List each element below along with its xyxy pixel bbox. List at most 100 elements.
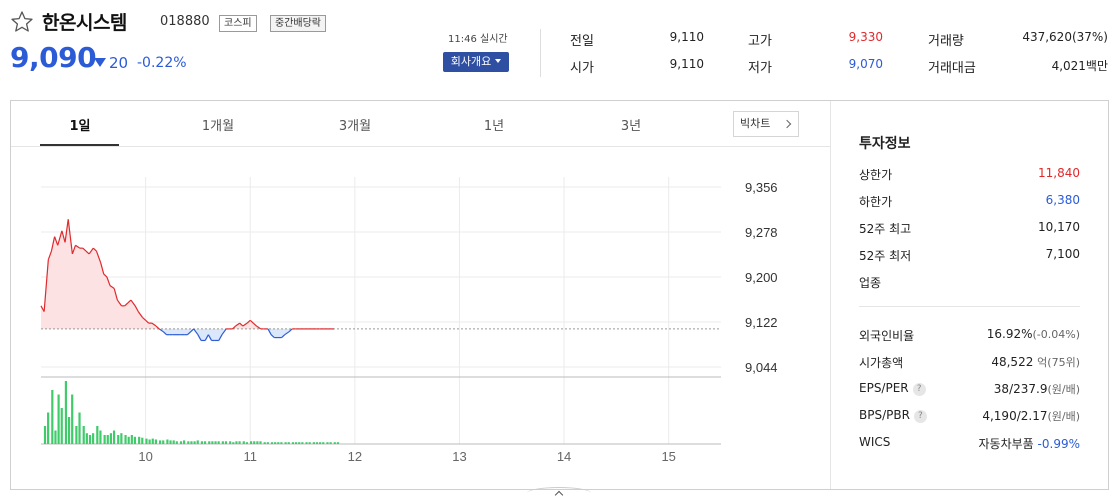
low-label: 저가 — [748, 61, 772, 76]
scroll-up-button[interactable] — [527, 487, 591, 497]
wics-industry: 자동차부품 — [978, 437, 1034, 451]
realtime-label: 11:46 실시간 — [448, 34, 508, 45]
big-chart-label: 빅차트 — [740, 117, 771, 130]
low52-label: 52주 최저 — [859, 249, 912, 263]
volume-bar — [322, 442, 325, 444]
volume-bar — [47, 412, 50, 444]
volume-bar — [64, 381, 68, 444]
price-change-value: 20 — [109, 54, 129, 72]
volume-bar — [294, 442, 298, 444]
info-title: 투자정보 — [859, 136, 911, 152]
volume-bar — [274, 442, 277, 444]
volume-bar — [151, 438, 154, 444]
market-cap-unit: 억 — [1037, 356, 1048, 369]
current-price: 9,090 — [10, 41, 97, 74]
x-tick-label: 12 — [348, 449, 362, 464]
x-tick-label: 11 — [243, 449, 257, 464]
big-chart-button[interactable]: 빅차트 — [733, 111, 799, 137]
high52-value: 10,170 — [1038, 220, 1080, 234]
wics-change: -0.99% — [1037, 437, 1080, 451]
volume-bar — [183, 440, 186, 444]
y-tick-label: 9,278 — [745, 225, 778, 240]
active-tab-indicator — [40, 144, 119, 146]
market-cap-label: 시가총액 — [859, 356, 904, 370]
volume-bar — [75, 426, 78, 444]
bps-pbr-number: 4,190/2.17 — [982, 409, 1048, 423]
volume-bar — [221, 441, 224, 444]
intraday-chart[interactable]: 9,356 9,278 9,200 9,122 9,044 10 11 12 13 14 15 — [11, 147, 830, 489]
volume-bar — [67, 417, 71, 444]
volume-bar — [85, 433, 88, 444]
bps-pbr-label: BPS/PBR? — [859, 408, 927, 423]
volume-bar — [242, 441, 245, 444]
price-area-up — [41, 219, 334, 329]
volume-bar — [179, 441, 183, 444]
bps-pbr-text: BPS/PBR — [859, 408, 910, 422]
foreign-ratio-change: (-0.04%) — [1032, 328, 1081, 341]
tab-1day[interactable]: 1일 — [40, 115, 120, 134]
volume-bar — [82, 426, 85, 444]
stock-name: 한온시스템 — [42, 12, 127, 34]
help-icon[interactable]: ? — [912, 383, 926, 396]
volume-bar — [291, 442, 295, 444]
caret-down-icon — [495, 59, 502, 63]
volume-bar — [277, 442, 280, 444]
volume-bar — [103, 435, 106, 444]
volume-bar — [141, 437, 144, 444]
volume-bar — [200, 441, 204, 444]
volume-bar — [301, 442, 304, 444]
x-tick-label: 14 — [557, 449, 571, 464]
volume-bar — [253, 441, 256, 444]
volume-label: 거래량 — [928, 34, 964, 49]
chevron-up-icon — [554, 490, 564, 497]
company-overview-button[interactable]: 회사개요 — [443, 52, 509, 72]
x-tick-label: 13 — [452, 449, 466, 464]
wics-value: 자동차부품 -0.99% — [979, 435, 1080, 452]
dividend-badge: 중간배당락 — [270, 15, 326, 32]
volume-bar — [245, 442, 249, 444]
tab-3year[interactable]: 3년 — [591, 115, 671, 134]
volume-bar — [130, 435, 133, 444]
volume-bar — [235, 441, 238, 444]
stock-header: 한온시스템 018880 코스피 중간배당락 9,090 20 -0.22% 1… — [0, 0, 1118, 100]
open-value: 9,110 — [669, 57, 704, 71]
eps-per-label: EPS/PER? — [859, 381, 926, 396]
volume-bar — [145, 438, 148, 444]
amount-label: 거래대금 — [928, 61, 976, 76]
info-divider — [859, 306, 1080, 307]
help-icon[interactable]: ? — [913, 410, 927, 423]
period-tabs: 1일 1개월 3개월 1년 3년 빅차트 — [11, 101, 830, 147]
foreign-ratio-label: 외국인비율 — [859, 329, 915, 343]
volume-bar — [259, 441, 262, 444]
x-tick-label: 15 — [661, 449, 675, 464]
upper-limit-label: 상한가 — [859, 168, 893, 182]
volume-bar — [148, 439, 151, 444]
volume-bar — [208, 441, 211, 444]
volume-bar — [127, 436, 130, 444]
foreign-ratio-value: 16.92%(-0.04%) — [987, 327, 1080, 341]
volume-bar — [175, 441, 178, 444]
investment-info: 투자정보 상한가 11,840 하한가 6,380 52주 최고 10,170 … — [831, 101, 1108, 489]
eps-per-unit: (원/배) — [1047, 383, 1080, 396]
volume-bar — [305, 442, 308, 444]
volume-bar — [312, 442, 315, 444]
volume-value: 437,620(37%) — [1022, 30, 1108, 44]
tab-1month[interactable]: 1개월 — [178, 115, 258, 134]
favorite-star-icon[interactable] — [10, 10, 34, 34]
tab-1year[interactable]: 1년 — [454, 115, 534, 134]
volume-bar — [169, 440, 172, 444]
upper-limit-value: 11,840 — [1038, 166, 1080, 180]
industry-label: 업종 — [859, 276, 882, 290]
chevron-right-icon — [782, 119, 792, 129]
volume-bar — [60, 408, 63, 444]
volume-bar — [117, 435, 120, 444]
market-cap-value: 48,522 억(75위) — [991, 354, 1080, 370]
high-value: 9,330 — [848, 30, 883, 44]
tab-3month[interactable]: 3개월 — [315, 115, 395, 134]
y-tick-label: 9,356 — [745, 180, 778, 195]
volume-bar — [270, 442, 274, 444]
header-divider — [540, 29, 541, 77]
eps-per-number: 38/237.9 — [993, 382, 1048, 396]
volume-bar — [138, 436, 141, 444]
chart-panel: 1일 1개월 3개월 1년 3년 빅차트 9,356 9,278 9,200 9,12… — [10, 100, 1109, 490]
